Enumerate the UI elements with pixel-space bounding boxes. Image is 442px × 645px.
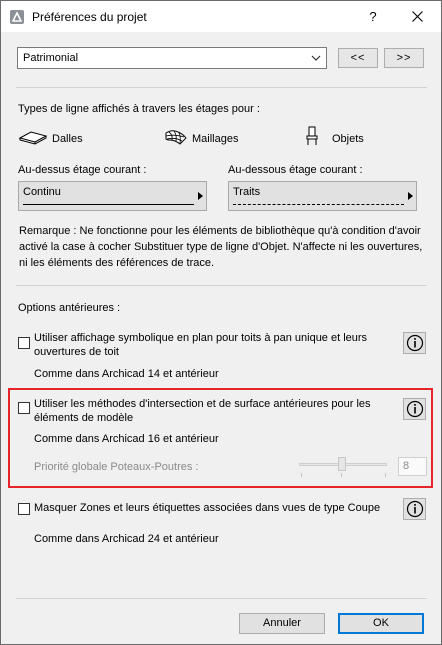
next-preset-button[interactable]: >> <box>384 48 424 68</box>
info-button[interactable] <box>403 332 426 354</box>
slider-tick <box>301 473 302 477</box>
symbolic-roof-display-label: Utiliser affichage symbolique en plan po… <box>34 332 368 358</box>
cancel-button[interactable]: Annuler <box>239 613 325 634</box>
archicad-app-icon <box>10 10 24 24</box>
solid-line-preview <box>23 204 194 205</box>
column-beam-priority-label: Priorité globale Poteaux-Poutres : <box>34 461 199 473</box>
meshes-label: Maillages <box>192 133 239 145</box>
triangle-right-icon <box>198 192 203 200</box>
slider-tick <box>341 473 342 477</box>
hide-zones-in-sections-checkbox[interactable] <box>18 503 30 515</box>
separator <box>16 598 427 599</box>
remark-text: Remarque : Ne fonctionne pour les élémen… <box>19 225 423 269</box>
above-story-line-type-selector[interactable]: Continu <box>18 181 207 211</box>
preset-dropdown-value: Patrimonial <box>23 52 79 64</box>
priority-value-field[interactable]: 8 <box>398 457 427 476</box>
ok-button[interactable]: OK <box>338 613 424 634</box>
project-preferences-dialog: Préférences du projet ? Patrimonial << >… <box>0 0 442 645</box>
above-story-label: Au-dessus étage courant : <box>18 164 147 176</box>
triangle-right-icon <box>408 192 413 200</box>
legacy-intersection-methods-checkbox[interactable] <box>18 402 30 414</box>
info-icon <box>406 500 424 518</box>
legacy-intersection-methods-label: Utiliser les méthodes d'intersection et … <box>34 398 371 424</box>
close-icon <box>411 10 423 22</box>
below-story-line-type-selector[interactable]: Traits <box>228 181 417 211</box>
help-button[interactable]: ? <box>359 3 387 30</box>
archicad-14-note: Comme dans Archicad 14 et antérieur <box>34 368 219 380</box>
previous-preset-button[interactable]: << <box>338 48 378 68</box>
symbolic-roof-display-checkbox[interactable] <box>18 337 30 349</box>
legacy-options-heading: Options antérieures : <box>18 302 121 314</box>
priority-slider-thumb[interactable] <box>338 457 346 471</box>
info-button[interactable] <box>403 398 426 420</box>
close-button[interactable] <box>403 3 431 30</box>
mesh-icon <box>165 130 187 145</box>
below-story-label: Au-dessous étage courant : <box>228 164 363 176</box>
info-icon <box>406 334 424 352</box>
info-button[interactable] <box>403 498 426 520</box>
chair-object-icon <box>306 126 318 145</box>
chevron-down-icon <box>311 55 321 61</box>
dialog-title: Préférences du projet <box>32 10 147 24</box>
separator <box>16 285 427 286</box>
separator <box>16 87 427 88</box>
line-types-heading: Types de ligne affichés à travers les ét… <box>18 103 260 115</box>
slider-tick <box>385 473 386 477</box>
title-bar: Préférences du projet ? <box>1 1 441 32</box>
above-line-type-value: Continu <box>23 186 61 198</box>
slab-icon <box>18 131 48 145</box>
slabs-label: Dalles <box>52 133 83 145</box>
preset-dropdown[interactable]: Patrimonial <box>17 47 327 69</box>
archicad-24-note: Comme dans Archicad 24 et antérieur <box>34 533 219 545</box>
archicad-16-note: Comme dans Archicad 16 et antérieur <box>34 433 219 445</box>
below-line-type-value: Traits <box>233 186 261 198</box>
dashed-line-preview <box>233 204 404 205</box>
objects-label: Objets <box>332 133 364 145</box>
info-icon <box>406 400 424 418</box>
hide-zones-in-sections-label: Masquer Zones et leurs étiquettes associ… <box>34 502 381 514</box>
